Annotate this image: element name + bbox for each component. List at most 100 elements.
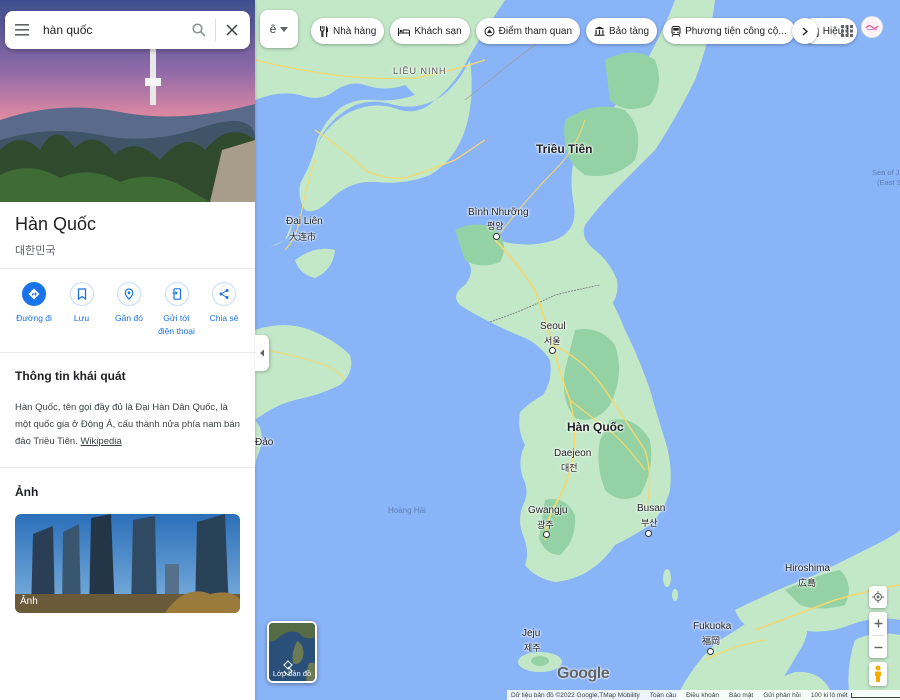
photo-caption: Ảnh xyxy=(20,596,38,607)
chip-museums[interactable]: Bảo tàng xyxy=(586,18,658,44)
directions-icon xyxy=(22,282,46,306)
map-scale[interactable]: 100 ki lô mét xyxy=(811,692,900,699)
nearby-label: Gần đó xyxy=(115,313,143,323)
nearby-button[interactable]: Gần đó xyxy=(107,282,151,338)
language-layer-select[interactable]: ê xyxy=(260,10,298,48)
wikipedia-link[interactable]: Wikipedia xyxy=(80,436,121,447)
chip-museums-label: Bảo tàng xyxy=(609,25,650,37)
zoom-control xyxy=(869,612,887,658)
city-dot-gwangju[interactable] xyxy=(543,531,550,538)
footer-privacy-link[interactable]: Bảo mật xyxy=(729,692,753,699)
street-view-pegman[interactable] xyxy=(869,662,887,686)
chips-next-button[interactable] xyxy=(792,18,818,44)
map-label-busan-native: 부산 xyxy=(641,518,658,528)
directions-button[interactable]: Đường đi xyxy=(12,282,56,338)
map-label-sea-of-japan-1: Sea of Ja xyxy=(872,168,900,177)
footer-global-link[interactable]: Toàn cầu xyxy=(650,692,676,699)
restaurant-icon xyxy=(320,25,328,37)
map-label-daejeon[interactable]: Daejeon xyxy=(554,448,591,459)
map-label-dao: Đảo xyxy=(255,437,274,448)
search-button[interactable] xyxy=(183,11,215,49)
chevron-left-icon xyxy=(260,349,264,357)
menu-button[interactable] xyxy=(5,11,39,49)
my-location-button[interactable] xyxy=(869,586,887,608)
photo-card[interactable]: Ảnh xyxy=(15,514,240,613)
map-label-binh-nhuong[interactable]: Bình Nhưỡng xyxy=(468,207,529,218)
chevron-right-icon xyxy=(802,26,808,36)
map-label-fukuoka[interactable]: Fukuoka xyxy=(693,621,731,632)
map-label-dai-lien[interactable]: Đại Liên xyxy=(286,216,323,227)
map-label-hoang-hai: Hoàng Hải xyxy=(388,506,426,515)
city-dot-fukuoka[interactable] xyxy=(707,648,714,655)
directions-label: Đường đi xyxy=(16,313,52,323)
city-dot-pyongyang[interactable] xyxy=(493,233,500,240)
city-dot-seoul[interactable] xyxy=(549,347,556,354)
zoom-in-button[interactable] xyxy=(869,612,887,635)
photos-heading: Ảnh xyxy=(15,485,39,499)
google-logo: Google xyxy=(557,665,610,682)
map-label-daejeon-native: 대전 xyxy=(561,463,578,473)
divider xyxy=(0,352,255,353)
map-label-gwangju[interactable]: Gwangju xyxy=(528,505,567,516)
hamburger-icon xyxy=(15,24,29,36)
footer-feedback-link[interactable]: Gửi phản hồi xyxy=(763,692,801,699)
pegman-icon xyxy=(875,665,881,682)
map-label-seoul[interactable]: Seoul xyxy=(540,321,566,332)
map-layers-button[interactable]: Lớp bản đồ xyxy=(267,621,317,683)
map-label-lieu-ninh: LIÊU NINH xyxy=(393,66,447,76)
chip-restaurants[interactable]: Nhà hàng xyxy=(311,18,385,44)
search-input[interactable] xyxy=(43,23,183,37)
museum-icon xyxy=(594,26,605,36)
chip-attractions[interactable]: Điểm tham quan xyxy=(475,18,581,44)
minus-icon xyxy=(874,646,882,649)
save-button[interactable]: Lưu xyxy=(60,282,104,338)
city-dot-busan[interactable] xyxy=(645,530,652,537)
google-apps-button[interactable] xyxy=(835,19,859,43)
map-label-hiroshima[interactable]: Hiroshima xyxy=(785,563,830,574)
share-button[interactable]: Chia sẻ xyxy=(202,282,246,338)
divider xyxy=(0,467,255,468)
hotel-icon xyxy=(398,27,411,36)
send-to-phone-label: Gửi tới điện thoại xyxy=(158,313,195,336)
map-label-binh-nhuong-native: 평양 xyxy=(487,221,504,231)
collapse-panel-button[interactable] xyxy=(255,335,269,371)
chip-transit-label: Phương tiện công cộ... xyxy=(685,25,787,37)
map-label-jeju-native: 제주 xyxy=(524,643,541,653)
chip-restaurants-label: Nhà hàng xyxy=(333,25,377,37)
attraction-icon xyxy=(484,26,495,36)
category-chips: Nhà hàng Khách sạn Điểm tham quan Bảo tà… xyxy=(311,18,857,44)
map-label-trieu-tien[interactable]: Triều Tiên xyxy=(536,142,592,156)
zoom-out-button[interactable] xyxy=(869,636,887,659)
map-label-fukuoka-native: 福岡 xyxy=(702,636,721,646)
map-label-jeju[interactable]: Jeju xyxy=(522,628,540,639)
chip-hotels[interactable]: Khách sạn xyxy=(390,18,470,44)
map-label-gwangju-native: 광주 xyxy=(537,520,554,530)
map-canvas[interactable]: LIÊU NINH Triều Tiên Bình Nhưỡng 평양 Đại … xyxy=(255,0,900,700)
map-layers-label: Lớp bản đồ xyxy=(272,669,312,678)
map-base xyxy=(255,0,900,700)
chip-hotels-label: Khách sạn xyxy=(414,25,462,37)
footer-terms-link[interactable]: Điều khoản xyxy=(686,692,719,699)
map-scale-bar xyxy=(850,692,900,698)
map-label-dai-lien-native: 大连市 xyxy=(289,232,317,242)
send-to-phone-button[interactable]: Gửi tới điện thoại xyxy=(155,282,199,338)
place-title: Hàn Quốc xyxy=(15,214,97,234)
place-panel: Hàn Quốc 대한민국 Đường đi Lưu Gần đó xyxy=(0,0,255,700)
share-label: Chia sẻ xyxy=(209,313,239,323)
avatar-logo-icon xyxy=(863,18,881,36)
chip-transit[interactable]: Phương tiện công cộ... xyxy=(663,18,795,44)
send-to-phone-icon xyxy=(164,282,189,306)
nearby-icon xyxy=(117,282,141,306)
layer-select-label: ê xyxy=(269,22,277,36)
map-label-busan[interactable]: Busan xyxy=(637,503,665,514)
map-label-seoul-native: 서울 xyxy=(544,336,561,346)
overview-heading: Thông tin khái quát xyxy=(15,369,126,383)
maps-app: Hàn Quốc 대한민국 Đường đi Lưu Gần đó xyxy=(0,0,900,700)
map-label-han-quoc[interactable]: Hàn Quốc xyxy=(567,420,624,434)
save-label: Lưu xyxy=(73,313,90,323)
clear-search-button[interactable] xyxy=(216,11,248,49)
divider xyxy=(0,268,255,269)
photo-thumbnail xyxy=(15,514,240,613)
account-avatar[interactable] xyxy=(861,16,883,38)
map-attribution: Dữ liệu bản đồ ©2022 Google,TMap Mobilit… xyxy=(511,691,640,699)
